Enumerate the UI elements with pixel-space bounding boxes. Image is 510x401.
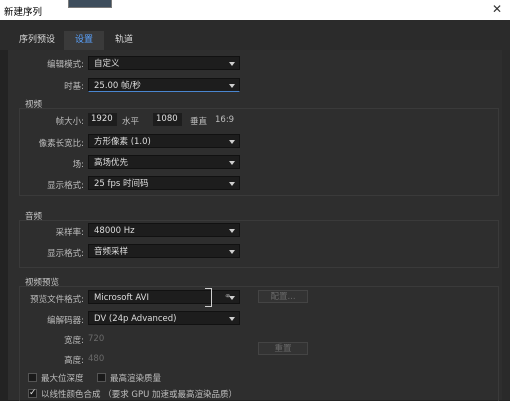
preview-file-format-label: 预览文件格式: xyxy=(30,295,84,305)
linear-color-checkbox[interactable]: ✓ xyxy=(28,389,37,398)
scrollbar[interactable] xyxy=(502,50,510,400)
preview-height-label: 高度: xyxy=(64,356,84,366)
configure-button[interactable]: 配置... xyxy=(258,290,308,303)
horizontal-label: 水平 xyxy=(122,117,140,127)
sample-rate-value: 48000 Hz xyxy=(94,226,135,236)
tab-tracks[interactable]: 轨道 xyxy=(106,31,142,50)
tab-sequence-presets[interactable]: 序列预设 xyxy=(12,31,62,50)
window-title: 新建序列 xyxy=(4,7,43,18)
edit-mode-label: 编辑模式: xyxy=(47,60,84,70)
aspect-ratio-text: 16:9 xyxy=(215,115,235,125)
edit-mode-select[interactable]: 自定义 xyxy=(88,56,240,70)
pixel-aspect-select[interactable]: 方形像素 (1.0) xyxy=(88,134,240,148)
fields-value: 高场优先 xyxy=(94,158,129,168)
max-bit-depth-checkbox[interactable] xyxy=(28,373,37,382)
preview-width-value[interactable]: 720 xyxy=(88,334,104,344)
chevron-down-icon xyxy=(229,317,235,321)
chevron-down-icon xyxy=(229,62,235,66)
max-render-quality-checkbox[interactable] xyxy=(97,373,106,382)
frame-size-label: 帧大小: xyxy=(55,117,84,127)
reset-button[interactable]: 重置 xyxy=(258,342,308,355)
frame-width-input[interactable]: 1920 xyxy=(88,113,117,126)
audio-display-format-label: 显示格式: xyxy=(47,249,84,259)
max-render-quality-label: 最高渲染质量 xyxy=(110,374,162,384)
preview-file-format-select[interactable]: Microsoft AVI xyxy=(88,290,240,304)
sample-rate-label: 采样率: xyxy=(55,228,84,238)
preview-thumbnail xyxy=(68,0,112,8)
sample-rate-select[interactable]: 48000 Hz xyxy=(88,223,240,237)
chevron-down-icon xyxy=(229,182,235,186)
tab-bar: 序列预设 设置 轨道 xyxy=(0,20,510,50)
pixel-aspect-label: 像素长宽比: xyxy=(38,139,84,149)
fields-select[interactable]: 高场优先 xyxy=(88,155,240,169)
linear-color-label: 以线性颜色合成 （要求 GPU 加速或最高渲染品质） xyxy=(41,390,238,400)
preview-height-value[interactable]: 480 xyxy=(88,354,104,364)
link-icon[interactable]: ⚭ xyxy=(224,292,232,302)
codec-select[interactable]: DV (24p Advanced) xyxy=(88,311,240,325)
tab-settings[interactable]: 设置 xyxy=(64,31,104,50)
video-display-format-value: 25 fps 时间码 xyxy=(94,179,149,189)
max-bit-depth-label: 最大位深度 xyxy=(41,374,84,384)
pixel-aspect-value: 方形像素 (1.0) xyxy=(94,137,151,147)
video-display-format-label: 显示格式: xyxy=(47,181,84,191)
codec-label: 编解码器: xyxy=(47,316,84,326)
chevron-down-icon xyxy=(229,161,235,165)
vertical-label: 垂直 xyxy=(190,117,208,127)
aspect-link-bracket xyxy=(205,288,212,307)
video-display-format-select[interactable]: 25 fps 时间码 xyxy=(88,176,240,190)
timebase-label: 时基: xyxy=(64,82,84,92)
fields-label: 场: xyxy=(72,160,84,170)
title-bar: 新建序列 ✕ xyxy=(0,0,510,20)
codec-value: DV (24p Advanced) xyxy=(94,314,177,324)
edit-mode-value: 自定义 xyxy=(94,59,120,69)
chevron-down-icon xyxy=(229,84,235,88)
frame-height-input[interactable]: 1080 xyxy=(153,113,182,126)
timebase-select[interactable]: 25.00 帧/秒 xyxy=(88,78,240,92)
preview-width-label: 宽度: xyxy=(64,336,84,346)
chevron-down-icon xyxy=(229,229,235,233)
settings-panel: 编辑模式: 自定义 时基: 25.00 帧/秒 视频 帧大小: 1920 水平 … xyxy=(8,50,502,401)
preview-file-format-value: Microsoft AVI xyxy=(94,293,149,303)
audio-display-format-value: 音频采样 xyxy=(94,247,129,257)
chevron-down-icon xyxy=(229,250,235,254)
timebase-value: 25.00 帧/秒 xyxy=(94,81,141,91)
close-icon[interactable]: ✕ xyxy=(492,2,502,16)
chevron-down-icon xyxy=(229,140,235,144)
audio-display-format-select[interactable]: 音频采样 xyxy=(88,244,240,258)
